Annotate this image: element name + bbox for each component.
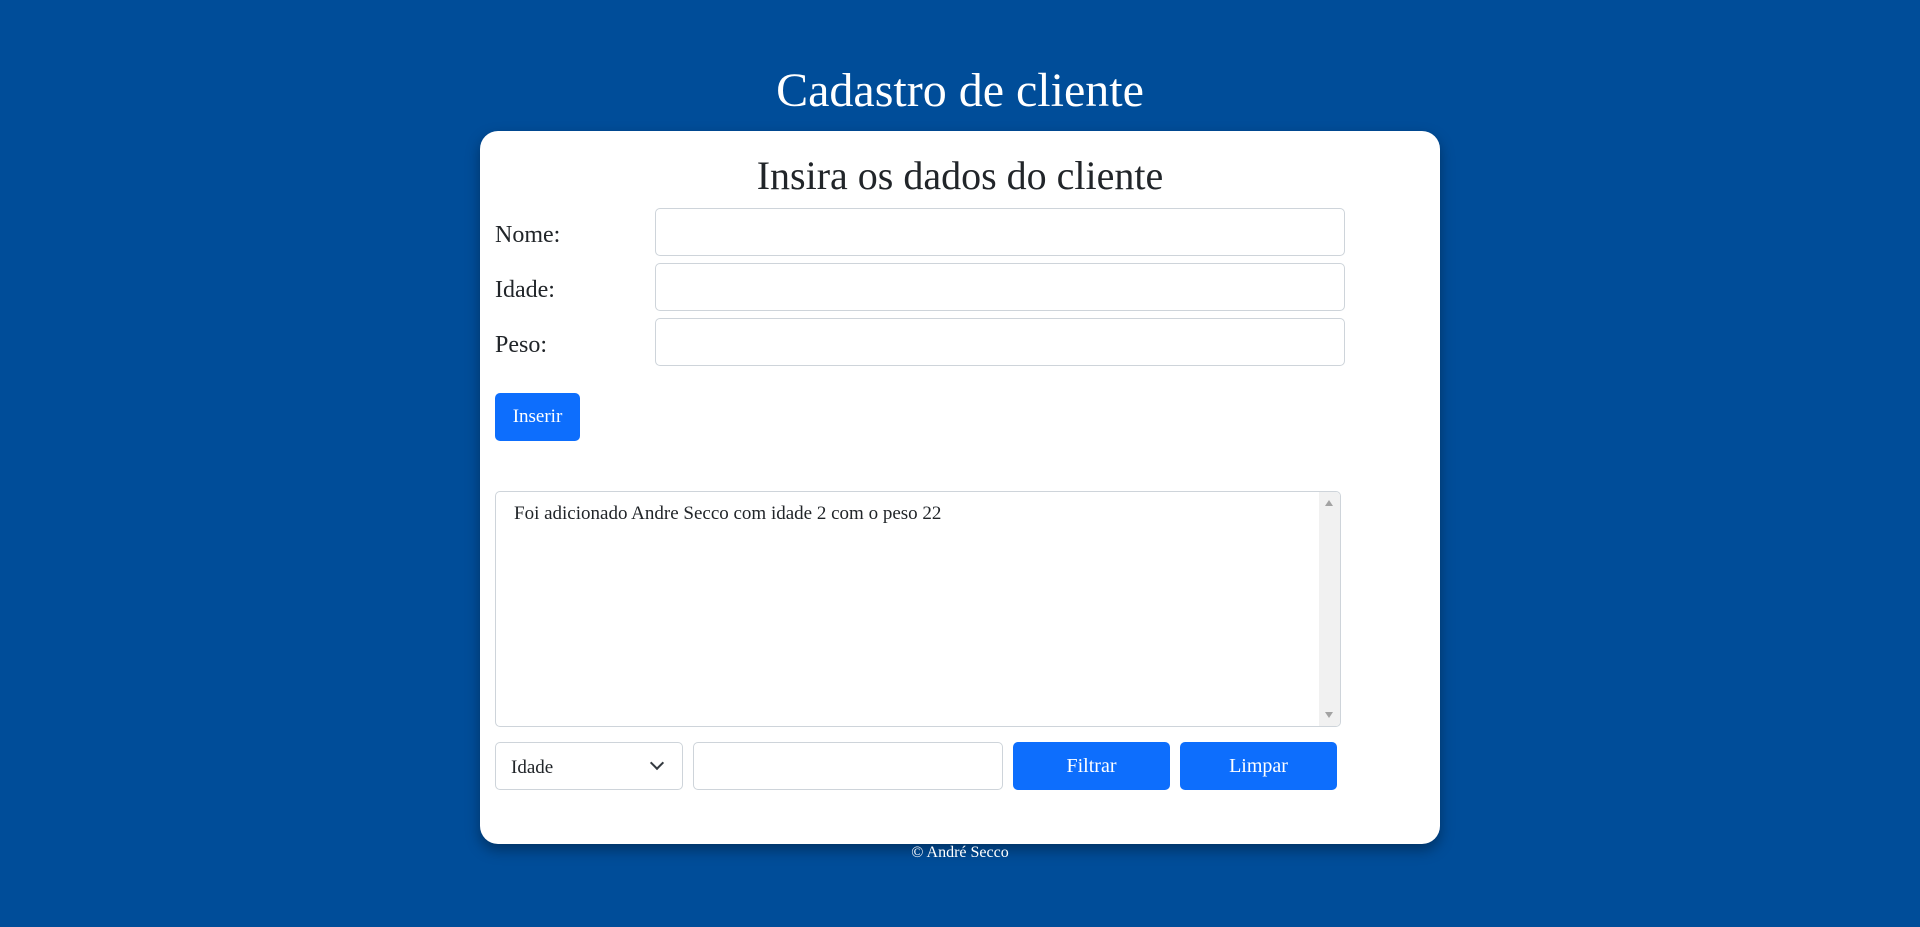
insert-button[interactable]: Inserir xyxy=(495,393,580,441)
log-textarea[interactable]: Foi adicionado Andre Secco com idade 2 c… xyxy=(495,491,1341,727)
form-title: Insira os dados do cliente xyxy=(756,153,1164,198)
clear-button[interactable]: Limpar xyxy=(1180,742,1337,790)
weight-input[interactable] xyxy=(655,318,1345,366)
name-input[interactable] xyxy=(655,208,1345,256)
client-form-card: Insira os dados do cliente Nome: Idade: … xyxy=(480,131,1440,844)
log-scrollbar[interactable] xyxy=(1319,492,1340,726)
weight-label: Peso: xyxy=(495,332,548,358)
chevron-down-icon xyxy=(649,755,665,771)
log-entry: Foi adicionado Andre Secco com idade 2 c… xyxy=(514,503,942,524)
filter-input[interactable] xyxy=(693,742,1003,790)
page-title: Cadastro de cliente xyxy=(776,64,1144,117)
filter-button[interactable]: Filtrar xyxy=(1013,742,1170,790)
name-label: Nome: xyxy=(495,222,561,248)
age-label: Idade: xyxy=(495,277,555,303)
filter-field-select[interactable]: Idade xyxy=(495,742,683,790)
scroll-up-arrow-icon[interactable] xyxy=(1325,500,1333,506)
age-input[interactable] xyxy=(655,263,1345,311)
filter-field-value: Idade xyxy=(511,757,554,778)
footer-copyright: © André Secco xyxy=(911,844,1009,861)
scroll-down-arrow-icon[interactable] xyxy=(1325,712,1333,718)
